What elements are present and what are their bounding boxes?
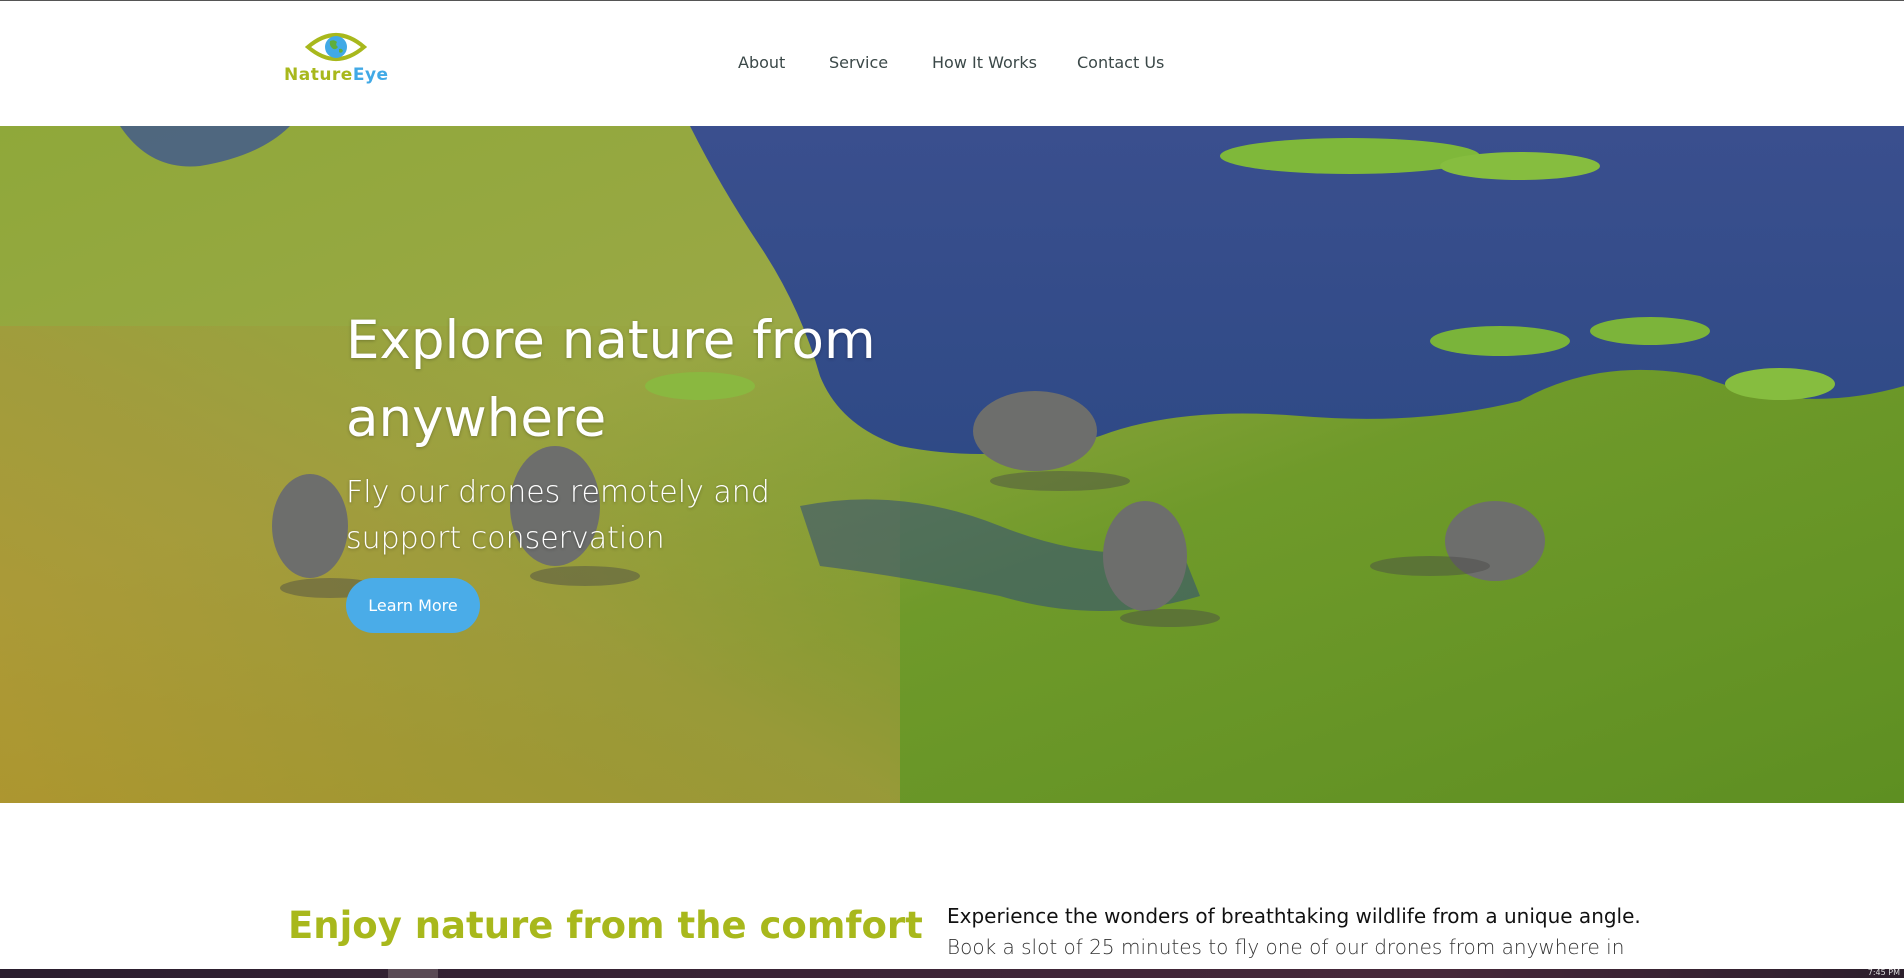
site-header: NatureEye About Service How It Works Con… (0, 1, 1904, 126)
main-nav: About Service How It Works Contact Us (0, 53, 1904, 77)
taskbar-clock: 7:45 PM (1867, 968, 1900, 977)
taskbar-app-button[interactable] (388, 969, 438, 978)
intro-heading: Enjoy nature from the comfort (288, 904, 923, 947)
hero-subtitle: Fly our drones remotely and support cons… (346, 475, 770, 556)
hero-background-image (0, 126, 1904, 803)
nav-contact-us[interactable]: Contact Us (1077, 53, 1164, 72)
hero-title: Explore nature from anywhere (346, 310, 876, 449)
intro-lead: Experience the wonders of breathtaking w… (947, 904, 1641, 928)
learn-more-button[interactable]: Learn More (346, 578, 480, 633)
nav-how-it-works[interactable]: How It Works (932, 53, 1037, 72)
nav-service[interactable]: Service (829, 53, 888, 72)
intro-body: Book a slot of 25 minutes to fly one of … (947, 935, 1625, 959)
hero-section: Explore nature from anywhere Fly our dro… (0, 126, 1904, 803)
nav-about[interactable]: About (738, 53, 785, 72)
os-taskbar: 7:45 PM (0, 968, 1904, 978)
